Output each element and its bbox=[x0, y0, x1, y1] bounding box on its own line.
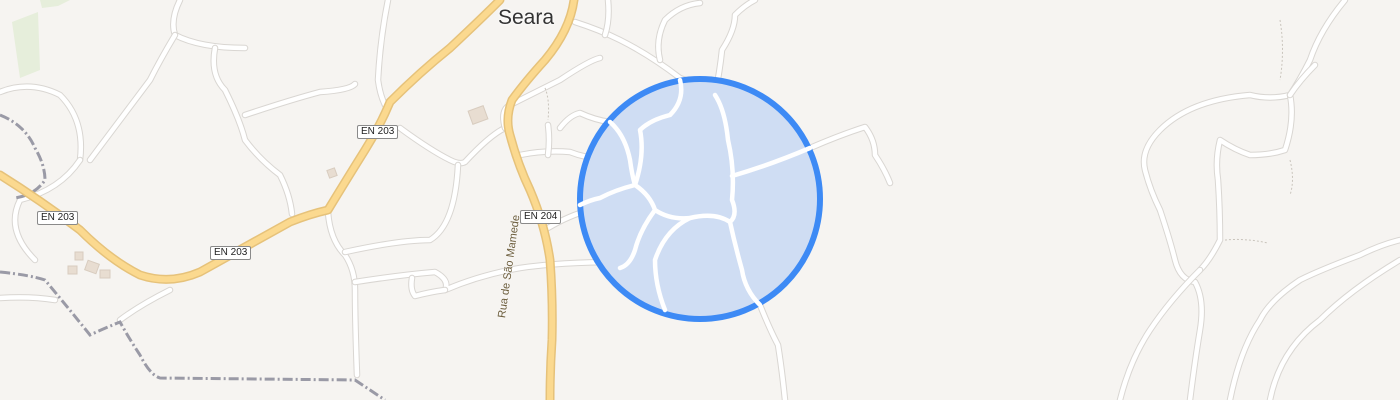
road-shield-en203: EN 203 bbox=[357, 125, 399, 139]
map-base-layer bbox=[0, 0, 1400, 400]
road-shield-en203: EN 203 bbox=[37, 211, 79, 225]
buildings bbox=[67, 105, 489, 279]
park-area bbox=[40, 0, 70, 8]
place-label-seara[interactable]: Seara bbox=[498, 6, 554, 30]
road-shield-en204: EN 204 bbox=[520, 210, 562, 224]
location-accuracy-circle bbox=[577, 76, 823, 322]
road-shield-en203: EN 203 bbox=[210, 246, 252, 260]
map-canvas[interactable]: Seara EN 203 EN 203 EN 203 EN 204 Rua de… bbox=[0, 0, 1400, 400]
railway-lines bbox=[0, 113, 386, 400]
park-area bbox=[12, 12, 40, 78]
